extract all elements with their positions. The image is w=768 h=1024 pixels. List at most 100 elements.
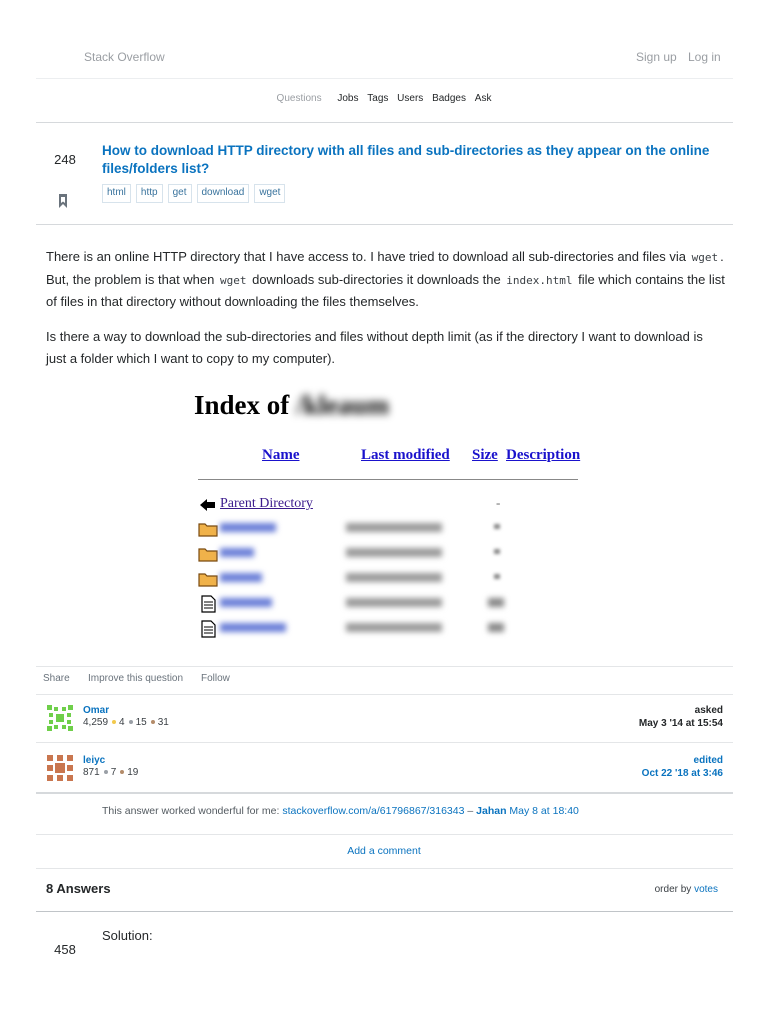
login-link[interactable]: Log in bbox=[688, 50, 721, 64]
comment-date[interactable]: May 8 at 18:40 bbox=[509, 805, 578, 817]
site-brand[interactable]: Stack Overflow bbox=[84, 50, 165, 64]
nav-tags[interactable]: Tags bbox=[367, 93, 388, 104]
edited-date[interactable]: Oct 22 '18 at 3:46 bbox=[600, 767, 723, 780]
index-row bbox=[198, 593, 578, 613]
nav-questions[interactable]: Questions bbox=[277, 93, 322, 104]
comment: This answer worked wonderful for me: sta… bbox=[102, 805, 579, 817]
index-row bbox=[198, 518, 578, 538]
edited-label[interactable]: edited bbox=[600, 754, 723, 767]
add-comment-divider bbox=[36, 868, 733, 869]
folder-icon bbox=[198, 548, 218, 562]
order-by: order by votes bbox=[620, 884, 718, 895]
blurred-filename bbox=[220, 623, 286, 632]
folder-icon bbox=[198, 573, 218, 587]
editor-silver-count: 7 bbox=[110, 767, 117, 778]
parent-directory-link[interactable]: Parent Directory bbox=[220, 496, 313, 512]
inline-code-index-html: index.html bbox=[506, 273, 573, 287]
bronze-badge-icon bbox=[150, 719, 155, 724]
editor-rep-score: 871 bbox=[83, 767, 100, 778]
tag-download[interactable]: download bbox=[196, 184, 250, 203]
question-vote-count: 248 bbox=[54, 152, 76, 167]
post-menu-divider-top bbox=[36, 666, 733, 667]
tag-html[interactable]: html bbox=[102, 184, 131, 203]
index-rule bbox=[198, 479, 578, 480]
parent-size: - bbox=[496, 495, 501, 510]
add-comment-link[interactable]: Add a comment bbox=[0, 845, 768, 857]
column-last-modified: Last modified bbox=[361, 447, 450, 463]
blurred-filename bbox=[220, 598, 272, 607]
comment-divider bbox=[36, 834, 733, 835]
inline-code-wget-2: wget bbox=[219, 273, 247, 287]
question-paragraph-2: Is there a way to download the sub-direc… bbox=[46, 329, 703, 366]
nav-badges[interactable]: Badges bbox=[432, 93, 466, 104]
order-by-votes[interactable]: votes bbox=[694, 884, 718, 895]
column-name: Name bbox=[262, 447, 300, 463]
user-card-divider bbox=[36, 742, 733, 743]
index-row bbox=[198, 543, 578, 563]
follow-link[interactable]: Follow bbox=[201, 673, 230, 684]
p1-text-c: downloads sub-directories it downloads t… bbox=[248, 271, 505, 287]
index-title-blurred: /kleaum bbox=[296, 390, 390, 420]
order-by-prefix: order by bbox=[654, 884, 695, 895]
asker-rep-score: 4,259 bbox=[83, 717, 109, 728]
p1-text-a: There is an online HTTP directory that I… bbox=[46, 249, 690, 264]
nav-divider bbox=[36, 122, 733, 123]
index-row bbox=[198, 618, 578, 638]
asker-reputation: 4,259 4 15 31 bbox=[83, 717, 169, 728]
comment-link[interactable]: stackoverflow.com/a/61796867/316343 bbox=[282, 805, 464, 817]
comment-text: This answer worked wonderful for me: bbox=[102, 805, 283, 817]
silver-badge-icon bbox=[103, 769, 108, 774]
edited-info[interactable]: edited Oct 22 '18 at 3:46 bbox=[600, 754, 723, 780]
nav-jobs[interactable]: Jobs bbox=[337, 93, 358, 104]
nav-users[interactable]: Users bbox=[397, 93, 423, 104]
directory-index-image: Index of /kleaum Name Last modified Size… bbox=[194, 388, 594, 648]
bookmark-icon[interactable] bbox=[58, 194, 68, 208]
editor-name[interactable]: leiyc bbox=[83, 755, 105, 766]
tag-get[interactable]: get bbox=[167, 184, 192, 203]
gold-badge-icon bbox=[112, 719, 117, 724]
asked-date: May 3 '14 at 15:54 bbox=[638, 718, 723, 729]
asker-avatar[interactable] bbox=[46, 704, 74, 732]
share-link[interactable]: Share bbox=[43, 673, 70, 684]
asker-name[interactable]: Omar bbox=[83, 705, 109, 716]
index-title: Index of /kleaum bbox=[194, 390, 389, 421]
tag-wget[interactable]: wget bbox=[254, 184, 286, 203]
blurred-size bbox=[494, 524, 500, 529]
document-icon bbox=[201, 620, 216, 638]
comment-user[interactable]: Jahan bbox=[476, 805, 506, 817]
blurred-date bbox=[346, 573, 442, 582]
answers-divider bbox=[36, 911, 733, 912]
signup-link[interactable]: Sign up bbox=[636, 50, 677, 64]
tag-http[interactable]: http bbox=[135, 184, 163, 203]
asked-label: asked bbox=[694, 705, 723, 716]
header-divider bbox=[36, 78, 733, 79]
asker-gold-count: 4 bbox=[119, 717, 125, 728]
blurred-filename bbox=[220, 523, 276, 532]
asker-silver-count: 15 bbox=[135, 717, 147, 728]
index-title-prefix: Index of bbox=[194, 390, 290, 420]
comments-divider bbox=[36, 792, 733, 794]
question-header-divider bbox=[36, 224, 733, 225]
blurred-size bbox=[488, 623, 504, 632]
document-icon bbox=[201, 595, 216, 613]
answer-vote-count: 458 bbox=[54, 942, 76, 957]
blurred-date bbox=[346, 523, 442, 532]
improve-question-link[interactable]: Improve this question bbox=[88, 673, 183, 684]
question-title[interactable]: How to download HTTP directory with all … bbox=[102, 142, 730, 178]
blurred-filename bbox=[220, 573, 262, 582]
editor-avatar[interactable] bbox=[46, 754, 74, 782]
back-arrow-icon bbox=[200, 499, 215, 511]
post-menu-divider-bottom bbox=[36, 694, 733, 695]
answer-body: Solution: bbox=[102, 928, 153, 943]
asker-bronze-count: 31 bbox=[157, 717, 169, 728]
comment-separator: – bbox=[464, 805, 477, 817]
blurred-date bbox=[346, 548, 442, 557]
asked-info: asked May 3 '14 at 15:54 bbox=[600, 704, 723, 730]
question-paragraph-1: There is an online HTTP directory that I… bbox=[46, 246, 726, 313]
index-row-parent: Parent Directory - bbox=[198, 494, 578, 514]
question-tags: html http get download wget bbox=[102, 184, 286, 203]
blurred-filename bbox=[220, 548, 254, 557]
blurred-size bbox=[494, 574, 500, 579]
nav-ask[interactable]: Ask bbox=[475, 93, 492, 104]
main-nav: Questions Jobs Tags Users Badges Ask bbox=[0, 93, 768, 104]
